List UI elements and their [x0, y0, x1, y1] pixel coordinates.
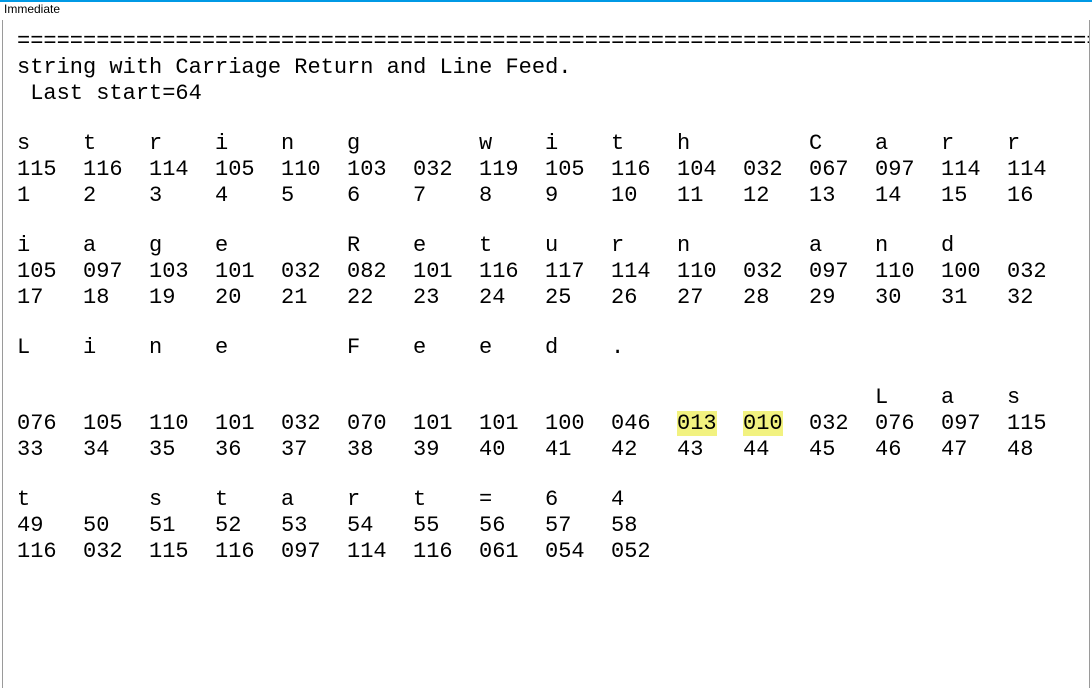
output-pane[interactable]: ========================================…	[2, 18, 1090, 688]
header-line-1: string with Carriage Return and Line Fee…	[17, 55, 1075, 81]
immediate-window: Immediate ==============================…	[0, 0, 1092, 688]
header-line-2: Last start=64	[17, 81, 1075, 107]
output-text: ========================================…	[17, 29, 1075, 565]
window-title-text: Immediate	[4, 2, 60, 16]
window-title: Immediate	[0, 0, 1092, 20]
divider-line: ========================================…	[17, 29, 1075, 55]
